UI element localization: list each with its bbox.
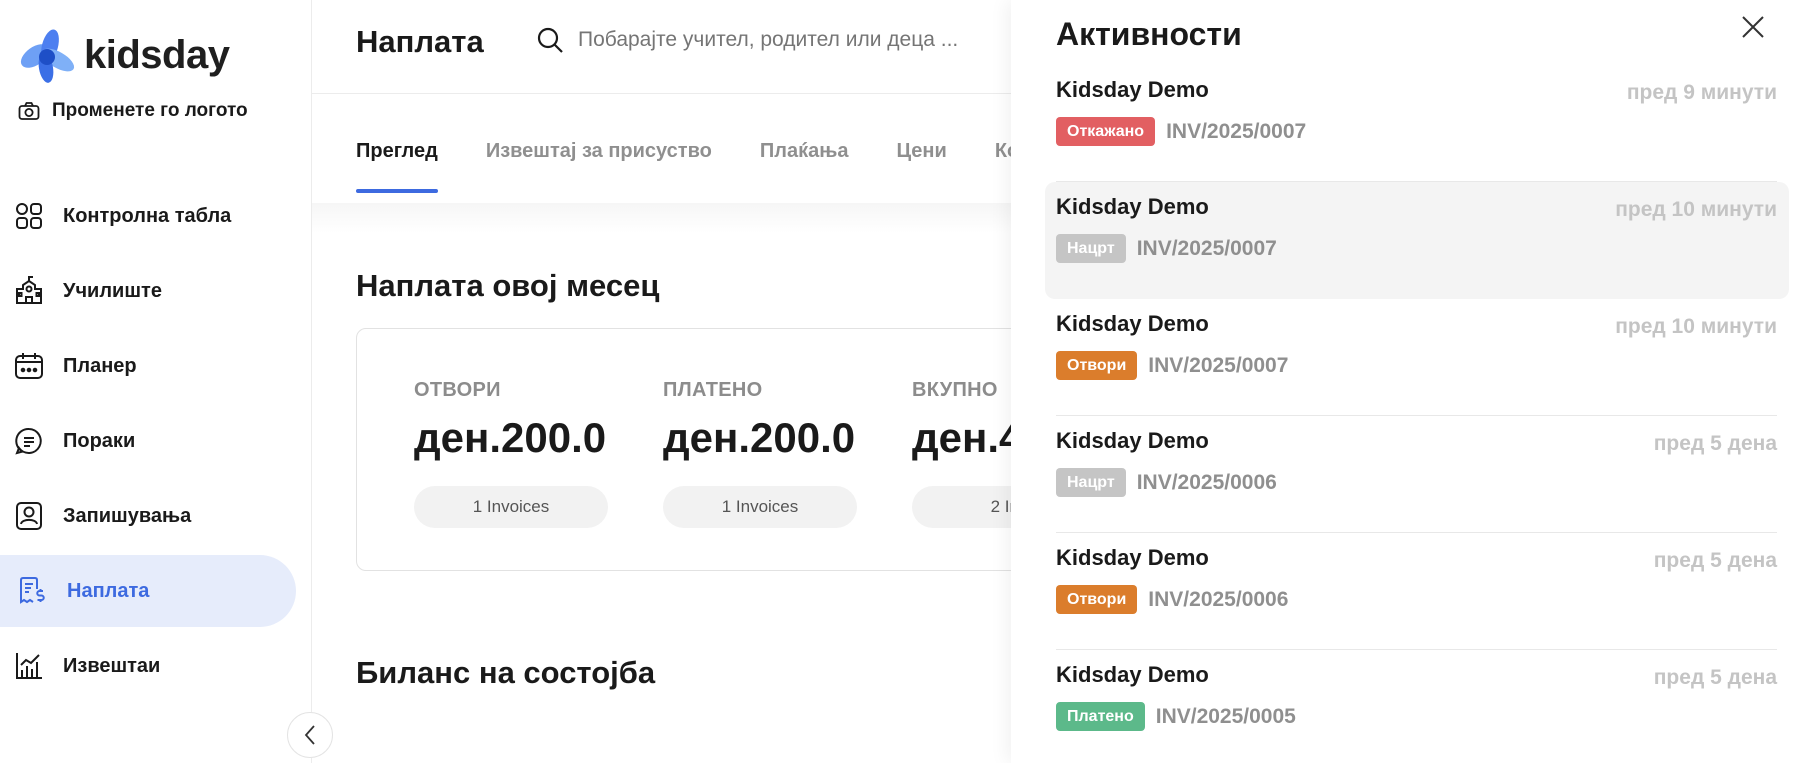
- stat-paid: ПЛАТЕНО ден.200.0 1 Invoices: [663, 379, 863, 528]
- sidebar: kidsday Променете го логото Контролна та…: [0, 0, 312, 763]
- billing-month-title: Наплата овој месец: [356, 268, 660, 303]
- stat-open: ОТВОРИ ден.200.0 1 Invoices: [414, 379, 614, 528]
- sidebar-item-enrollments[interactable]: Запишувања: [0, 480, 296, 552]
- close-button[interactable]: [1739, 13, 1767, 41]
- billing-icon: [18, 576, 48, 606]
- activity-item[interactable]: Kidsday Demo пред 5 дена Платено INV/202…: [1045, 650, 1789, 763]
- tab-payments[interactable]: Плаќања: [760, 140, 849, 193]
- stat-value: ден.200.0: [414, 414, 607, 461]
- change-logo-label: Променете го логото: [52, 100, 248, 121]
- activity-time: пред 10 минути: [1615, 315, 1777, 338]
- brand-logo[interactable]: kidsday: [18, 26, 230, 84]
- status-badge: Откажано: [1056, 117, 1156, 146]
- search-input[interactable]: [578, 28, 998, 52]
- activity-list: Kidsday Demo пред 9 минути Откажано INV/…: [1045, 65, 1789, 763]
- invoice-number: INV/2025/0007: [1148, 353, 1289, 377]
- invoices-count-pill[interactable]: 1 Invoices: [414, 486, 608, 528]
- stat-value: ден.200.0: [663, 414, 856, 461]
- collapse-sidebar-button[interactable]: [287, 712, 333, 758]
- invoice-number: INV/2025/0006: [1148, 587, 1289, 611]
- sidebar-item-label: Запишувања: [63, 504, 192, 527]
- tab-prices[interactable]: Цени: [896, 140, 946, 193]
- sidebar-item-label: Контролна табла: [63, 204, 232, 227]
- page-title: Наплата: [356, 24, 484, 59]
- invoices-count-pill[interactable]: 1 Invoices: [663, 486, 857, 528]
- sidebar-item-reports[interactable]: Извештаи: [0, 630, 296, 702]
- activity-panel: Активности Kidsday Demo пред 9 минути От…: [1011, 0, 1800, 763]
- sidebar-item-label: Пораки: [63, 429, 136, 452]
- tab-overview[interactable]: Преглед: [356, 140, 438, 193]
- activity-time: пред 5 дена: [1653, 666, 1777, 689]
- school-icon: [14, 276, 44, 306]
- sidebar-item-label: Планер: [63, 354, 137, 377]
- sidebar-item-messages[interactable]: Пораки: [0, 405, 296, 477]
- sidebar-item-billing[interactable]: Наплата: [0, 555, 296, 627]
- activity-item[interactable]: Kidsday Demo пред 9 минути Откажано INV/…: [1045, 65, 1789, 182]
- status-badge: Платено: [1056, 702, 1145, 731]
- search-bar: [536, 26, 998, 54]
- sidebar-item-dashboard[interactable]: Контролна табла: [0, 180, 296, 252]
- stat-label: ОТВОРИ: [414, 379, 501, 401]
- status-badge: Нацрт: [1056, 468, 1126, 497]
- tab-attendance-report[interactable]: Извештај за присуство: [486, 140, 712, 193]
- sidebar-item-label: Извештаи: [63, 654, 161, 677]
- activity-time: пред 5 дена: [1653, 549, 1777, 572]
- invoice-number: INV/2025/0006: [1136, 470, 1277, 494]
- status-badge: Отвори: [1056, 351, 1138, 380]
- activity-item[interactable]: Kidsday Demo пред 10 минути Отвори INV/2…: [1045, 299, 1789, 416]
- activity-time: пред 10 минути: [1615, 198, 1777, 221]
- status-badge: Отвори: [1056, 585, 1138, 614]
- status-badge: Нацрт: [1056, 234, 1126, 263]
- sidebar-item-label: Училиште: [63, 279, 162, 302]
- invoice-number: INV/2025/0007: [1136, 236, 1277, 260]
- reports-icon: [14, 651, 44, 681]
- sidebar-item-label: Наплата: [67, 579, 150, 602]
- brand-name: kidsday: [84, 32, 230, 77]
- search-icon: [537, 27, 563, 53]
- activity-time: пред 5 дена: [1653, 432, 1777, 455]
- activity-item[interactable]: Kidsday Demo пред 5 дена Отвори INV/2025…: [1045, 533, 1789, 650]
- sidebar-nav: Контролна табла Училиште Планер Пораки З…: [0, 180, 296, 705]
- camera-icon: [18, 102, 40, 120]
- panel-title: Активности: [1056, 16, 1242, 52]
- dashboard-icon: [14, 201, 44, 231]
- sidebar-item-school[interactable]: Училиште: [0, 255, 296, 327]
- kidsday-logo-icon: [20, 29, 75, 83]
- activity-time: пред 9 минути: [1626, 81, 1777, 104]
- change-logo-button[interactable]: Променете го логото: [18, 100, 248, 122]
- enrollments-icon: [14, 501, 44, 531]
- invoice-number: INV/2025/0005: [1155, 704, 1296, 728]
- activity-item[interactable]: Kidsday Demo пред 10 минути Нацрт INV/20…: [1045, 182, 1789, 299]
- activity-item[interactable]: Kidsday Demo пред 5 дена Нацрт INV/2025/…: [1045, 416, 1789, 533]
- balance-title: Биланс на состојба: [356, 655, 656, 690]
- invoice-number: INV/2025/0007: [1166, 119, 1307, 143]
- close-icon: [1742, 16, 1764, 38]
- sidebar-item-planner[interactable]: Планер: [0, 330, 296, 402]
- chevron-left-icon: [304, 725, 315, 745]
- messages-icon: [14, 426, 44, 456]
- billing-tabs: Преглед Извештај за присуство Плаќања Це…: [356, 140, 1067, 193]
- stat-label: ПЛАТЕНО: [663, 379, 763, 401]
- calendar-icon: [14, 351, 44, 381]
